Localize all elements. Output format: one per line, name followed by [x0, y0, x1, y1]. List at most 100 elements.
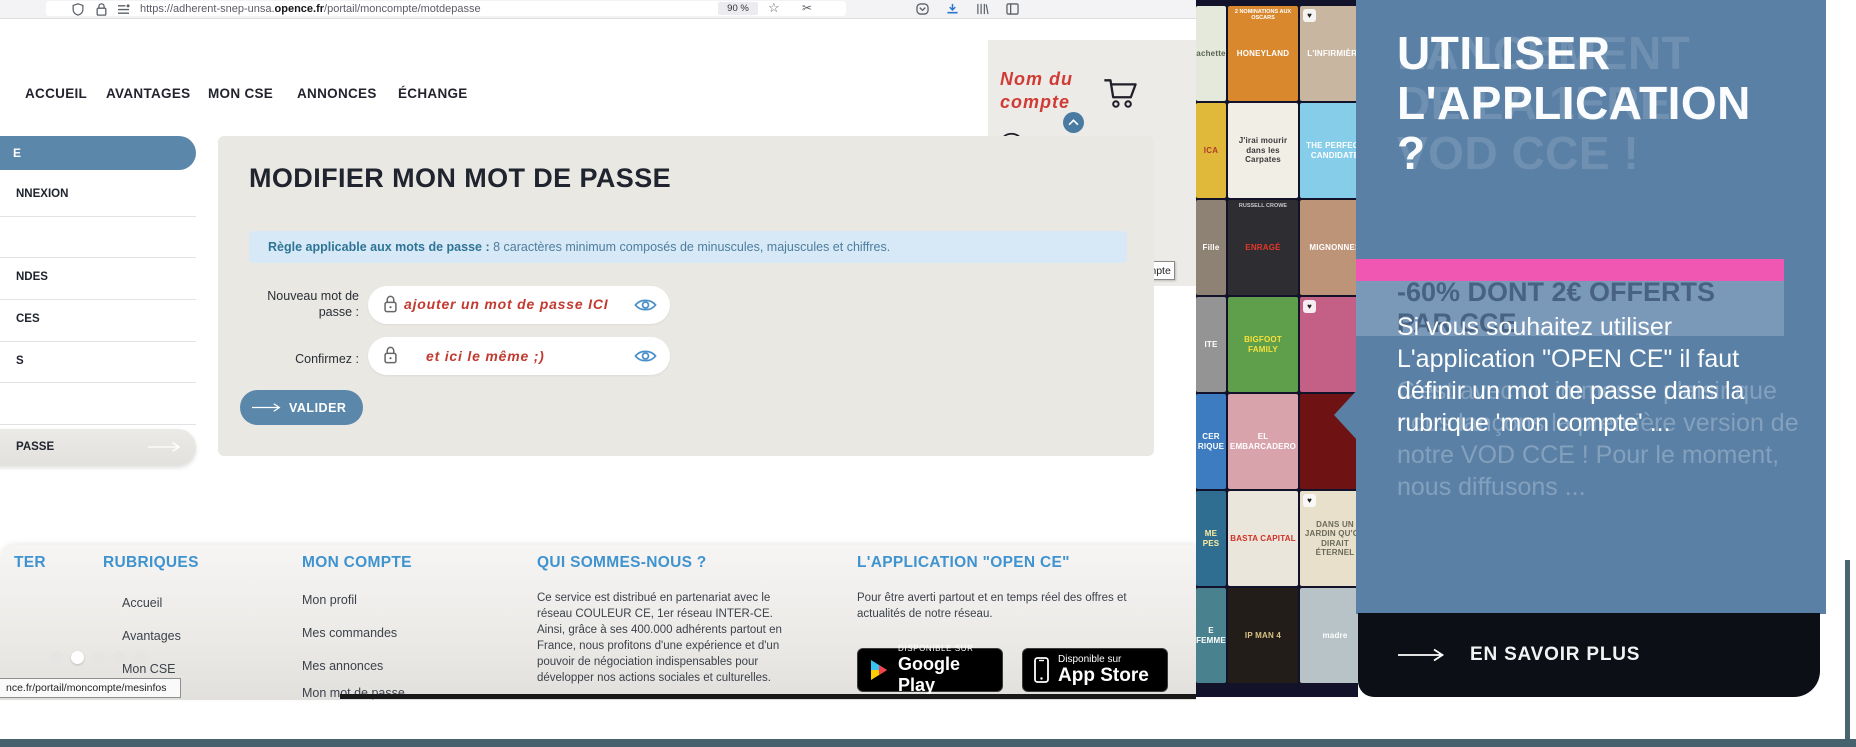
- poster-tile-honeyland[interactable]: 2 NOMINATIONS AUX OSCARS HONEYLAND: [1228, 6, 1298, 101]
- favorite-heart-icon[interactable]: ♥: [1303, 300, 1316, 313]
- divider: [0, 341, 196, 342]
- footer-about-title: QUI SOMMES-NOUS ?: [537, 554, 707, 571]
- sidebar-item-commandes[interactable]: NDES: [16, 271, 48, 283]
- nav-mon-cse[interactable]: MON CSE: [208, 86, 273, 101]
- poster-tile-enrage[interactable]: RUSSELL CROWE ENRAGÉ: [1228, 200, 1298, 295]
- nav-annonces[interactable]: ANNONCES: [297, 86, 377, 101]
- browser-status-url: nce.fr/portail/moncompte/mesinfos: [0, 678, 181, 698]
- poster-tile[interactable]: Fille: [1196, 200, 1226, 295]
- lock-icon[interactable]: [96, 3, 107, 16]
- footer-link-avantages[interactable]: Avantages: [122, 629, 181, 643]
- footer-link-mon-profil[interactable]: Mon profil: [302, 593, 357, 607]
- poster-tile[interactable]: ITE: [1196, 297, 1226, 392]
- footer-about-text: Ce service est distribué en partenariat …: [537, 592, 782, 684]
- divider: [0, 382, 196, 383]
- shield-icon[interactable]: [72, 3, 84, 16]
- download-icon[interactable]: [946, 3, 959, 15]
- sidebar-active-top-item[interactable]: E: [0, 136, 196, 170]
- promo-carousel-panel: LANCEMENT DE LA 1ERE VOD CCE ! UTILISER …: [1356, 0, 1826, 614]
- sidebar-item-annonces[interactable]: CES: [16, 313, 40, 325]
- promo-cta-panel[interactable]: EN SAVOIR PLUS: [1358, 613, 1820, 697]
- divider: [0, 257, 196, 258]
- nav-accueil[interactable]: ACCUEIL: [25, 86, 87, 101]
- poster-tile-jardin-eternel[interactable]: ♥DANS UN JARDIN QU'ON DIRAIT ÉTERNEL: [1300, 491, 1358, 586]
- zoom-level-badge[interactable]: 90 %: [718, 2, 758, 15]
- app-store-badge[interactable]: Disponible sur App Store: [1022, 648, 1168, 692]
- confirm-password-input[interactable]: et ici le même ;): [368, 337, 670, 375]
- nav-avantages[interactable]: AVANTAGES: [106, 86, 190, 101]
- smartphone-icon: [1034, 657, 1049, 683]
- favorite-heart-icon[interactable]: ♥: [1303, 9, 1316, 22]
- carousel-dot[interactable]: [50, 651, 63, 664]
- poster-tile[interactable]: achette: [1196, 6, 1226, 101]
- favorite-heart-icon[interactable]: ♥: [1303, 494, 1316, 507]
- footer-app-text: Pour être averti partout et en temps rée…: [857, 592, 1127, 620]
- sidebar-item[interactable]: S: [16, 355, 24, 367]
- carousel-dot-active[interactable]: [71, 651, 84, 664]
- google-play-icon: [869, 659, 889, 681]
- library-icon[interactable]: [976, 3, 989, 15]
- eye-icon[interactable]: [634, 348, 657, 364]
- poster-tile-ip-man[interactable]: IP MAN 4: [1228, 588, 1298, 683]
- pocket-icon[interactable]: [916, 3, 929, 15]
- bookmark-star-icon[interactable]: ☆: [768, 1, 780, 15]
- poster-tile-mignonnes[interactable]: MIGNONNES: [1300, 200, 1358, 295]
- sidebar-toggle-icon[interactable]: [1006, 3, 1019, 15]
- account-name-annotation: Nom du compte: [1000, 69, 1073, 112]
- footer-app-title: L'APPLICATION "OPEN CE": [857, 554, 1070, 571]
- poster-tile-perfect-candidate[interactable]: THE PERFECT CANDIDATE: [1300, 103, 1358, 198]
- arrow-right-icon: [252, 402, 282, 413]
- sidebar-item-connexion[interactable]: NNEXION: [16, 188, 68, 200]
- arrow-right-icon: [148, 441, 182, 453]
- poster-column: 2 NOMINATIONS AUX OSCARS HONEYLAND J'irai…: [1228, 6, 1298, 683]
- poster-tile[interactable]: CER RIQUE: [1196, 394, 1226, 489]
- new-password-label: Nouveau mot de passe :: [267, 289, 359, 319]
- carousel-dot[interactable]: [134, 651, 147, 664]
- right-edge-bar: [1845, 560, 1850, 747]
- poster-tile-embarcadero[interactable]: EL EMBARCADERO: [1228, 394, 1298, 489]
- browser-toolbar: https://adherent-snep-unsa.opence.fr/por…: [0, 0, 1196, 19]
- footer-link-mes-commandes[interactable]: Mes commandes: [302, 626, 397, 640]
- confirm-password-label: Confirmez :: [295, 352, 359, 366]
- footer-partial-heading: TER: [14, 554, 46, 571]
- poster-tile-infirmiere[interactable]: ♥ L'INFIRMIÈRE: [1300, 6, 1358, 101]
- password-rule-bar: Règle applicable aux mots de passe : 8 c…: [249, 231, 1127, 263]
- poster-tile-bigfoot[interactable]: BIGFOOT FAMILY: [1228, 297, 1298, 392]
- poster-tile-carpates[interactable]: J'irai mourir dans les Carpates: [1228, 103, 1298, 198]
- screenshot-scissors-icon[interactable]: ✂: [802, 1, 812, 15]
- site-footer: TER RUBRIQUES Accueil Avantages Mon CSE …: [0, 545, 1196, 700]
- divider: [0, 424, 196, 425]
- carousel-dot[interactable]: [92, 651, 105, 664]
- footer-rubriques-title: RUBRIQUES: [103, 554, 199, 571]
- bottom-edge-bar: [0, 739, 1856, 747]
- poster-tile[interactable]: ME PES: [1196, 491, 1226, 586]
- nav-echange[interactable]: ÉCHANGE: [398, 86, 468, 101]
- poster-tile-madre[interactable]: madre: [1300, 588, 1358, 683]
- en-savoir-plus-link[interactable]: EN SAVOIR PLUS: [1470, 644, 1640, 666]
- promo-message: Si vous souhaitez utiliser L'application…: [1397, 313, 1745, 437]
- footer-link-accueil[interactable]: Accueil: [122, 596, 162, 610]
- eye-icon[interactable]: [634, 297, 657, 313]
- footer-link-mes-annonces[interactable]: Mes annonces: [302, 659, 383, 673]
- carousel-dot[interactable]: [113, 651, 126, 664]
- chevron-up-icon[interactable]: [1063, 112, 1084, 133]
- vod-poster-collage: achette ICA Fille ITE CER RIQUE ME PES E…: [1196, 0, 1358, 697]
- poster-tile[interactable]: E FEMME: [1196, 588, 1226, 683]
- annotation-new-password: ajouter un mot de passe ICI: [404, 296, 609, 312]
- divider: [0, 299, 196, 300]
- permissions-icon[interactable]: [117, 4, 130, 15]
- google-play-badge[interactable]: DISPONIBLE SUR Google Play: [857, 644, 1003, 695]
- carousel-pointer-triangle: [1334, 389, 1358, 441]
- poster-tile[interactable]: ♥: [1300, 297, 1358, 392]
- lock-icon: [384, 295, 397, 313]
- url-text[interactable]: https://adherent-snep-unsa.opence.fr/por…: [140, 3, 481, 15]
- sidebar-item-mot-de-passe[interactable]: PASSE: [0, 429, 196, 466]
- cart-icon[interactable]: [1103, 76, 1141, 109]
- poster-tile-basta-capital[interactable]: BASTA CAPITAL: [1228, 491, 1298, 586]
- new-password-input[interactable]: ajouter un mot de passe ICI: [368, 286, 670, 324]
- footer-link-mon-cse[interactable]: Mon CSE: [122, 662, 176, 676]
- annotation-confirm-password: et ici le même ;): [426, 348, 545, 364]
- poster-tile[interactable]: ICA: [1196, 103, 1226, 198]
- valider-button[interactable]: VALIDER: [240, 390, 363, 425]
- footer-compte-title: MON COMPTE: [302, 554, 412, 571]
